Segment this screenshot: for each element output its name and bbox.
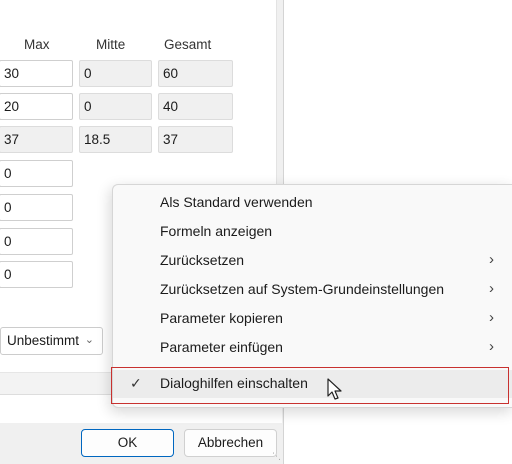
menu-item-als-standard-verwenden[interactable]: Als Standard verwenden <box>113 189 512 217</box>
menu-item-label: Als Standard verwenden <box>160 194 313 210</box>
menu-item-dialoghilfen-einschalten[interactable]: ✓ Dialoghilfen einschalten <box>113 370 512 398</box>
checkmark-icon: ✓ <box>130 375 142 391</box>
mitte-field-row-1: 0 <box>79 60 152 87</box>
lower-field-2[interactable]: 0 <box>0 194 73 221</box>
lower-field-3[interactable]: 0 <box>0 228 73 255</box>
chevron-right-icon: › <box>489 280 494 297</box>
column-header-mitte: Mitte <box>96 37 126 52</box>
menu-item-label: Dialoghilfen einschalten <box>160 375 308 391</box>
menu-item-label: Parameter kopieren <box>160 310 283 326</box>
menu-item-label: Formeln anzeigen <box>160 223 273 239</box>
menu-item-zuruecksetzen[interactable]: Zurücksetzen › <box>113 247 512 275</box>
chevron-down-icon: ⌄ <box>84 334 94 346</box>
chevron-right-icon: › <box>489 309 494 326</box>
mouse-pointer-icon <box>327 378 342 400</box>
mitte-field-row-3: 18.5 <box>79 126 152 153</box>
cancel-button[interactable]: Abbrechen <box>184 429 277 457</box>
ok-button[interactable]: OK <box>81 429 174 457</box>
menu-item-label: Zurücksetzen <box>160 252 245 268</box>
mitte-field-row-2: 0 <box>79 93 152 120</box>
menu-item-label: Zurücksetzen auf System-Grundeinstellung… <box>160 281 445 297</box>
menu-item-parameter-einfuegen[interactable]: Parameter einfügen › <box>113 334 512 362</box>
gesamt-field-row-3: 37 <box>158 126 233 153</box>
max-field-row-1[interactable]: 30 <box>0 60 73 87</box>
mode-dropdown-value: Unbestimmt <box>7 333 80 348</box>
chevron-right-icon: › <box>489 338 494 355</box>
menu-item-formeln-anzeigen[interactable]: Formeln anzeigen <box>113 218 512 246</box>
resize-grip-icon[interactable]: ⋱ <box>272 451 281 462</box>
max-field-row-2[interactable]: 20 <box>0 93 73 120</box>
chevron-right-icon: › <box>489 251 494 268</box>
mode-dropdown[interactable]: Unbestimmt ⌄ <box>0 327 103 355</box>
menu-item-zuruecksetzen-system[interactable]: Zurücksetzen auf System-Grundeinstellung… <box>113 276 512 304</box>
menu-item-label: Parameter einfügen <box>160 339 283 355</box>
max-field-row-3: 37 <box>0 126 73 153</box>
menu-item-parameter-kopieren[interactable]: Parameter kopieren › <box>113 305 512 333</box>
column-header-gesamt: Gesamt <box>164 37 212 52</box>
column-header-max: Max <box>24 37 50 52</box>
lower-field-1[interactable]: 0 <box>0 160 73 187</box>
gesamt-field-row-1: 60 <box>158 60 233 87</box>
context-menu: Als Standard verwenden Formeln anzeigen … <box>112 184 512 408</box>
gesamt-field-row-2: 40 <box>158 93 233 120</box>
lower-field-4[interactable]: 0 <box>0 261 73 288</box>
